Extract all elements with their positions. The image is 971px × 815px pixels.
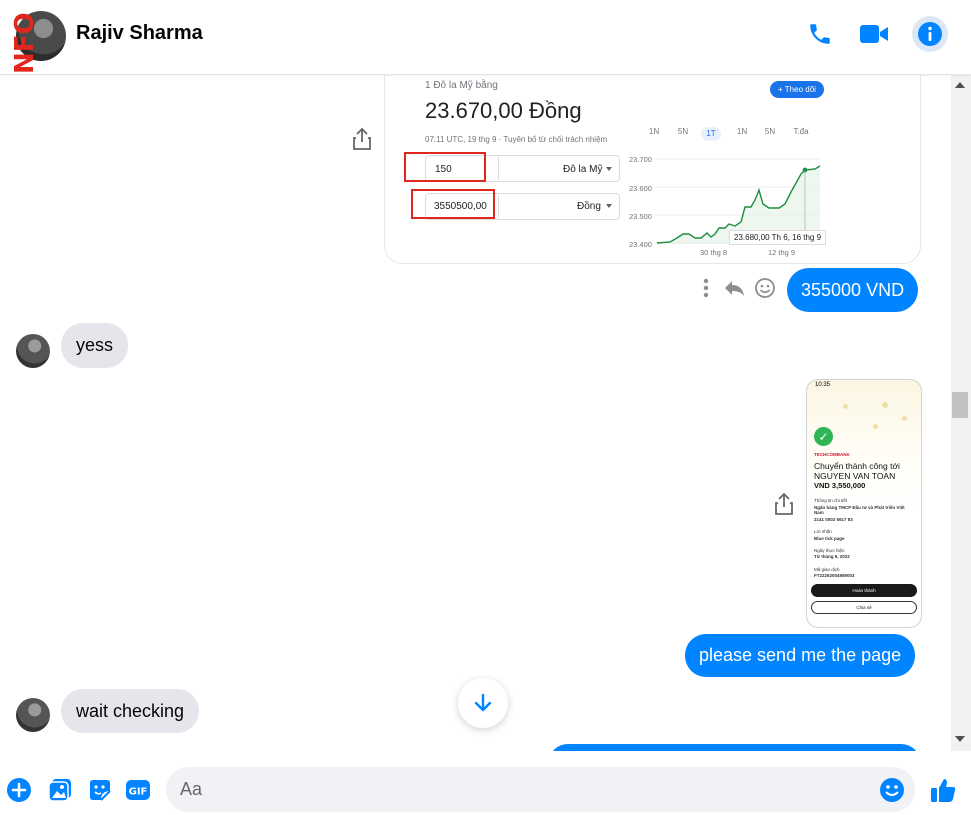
exchange-rate-screenshot[interactable]: 1 Đô la Mỹ bằng 23.670,00 Đồng 07:11 UTC…: [384, 60, 921, 264]
share-icon[interactable]: [774, 492, 794, 516]
svg-text:GIF: GIF: [129, 787, 148, 798]
date-label: 12 thg 9: [768, 248, 796, 257]
decoration: [873, 424, 878, 429]
scroll-to-bottom-button[interactable]: [458, 678, 508, 728]
phone-time: 10:35: [815, 382, 831, 388]
success-check-icon: ✓: [814, 427, 833, 446]
exchange-caption: 1 Đô la Mỹ bằng: [425, 80, 498, 91]
range-tab: 5N: [764, 127, 776, 136]
receipt-line: Lời nhắn: [814, 529, 832, 534]
receipt-line: FT22262004989003: [814, 573, 855, 578]
follow-button: + Theo dõi: [770, 81, 824, 98]
axis-label: 23.400: [629, 240, 652, 249]
exchange-rate-value: 23.670,00 Đồng: [425, 98, 582, 123]
message-incoming[interactable]: yess: [61, 323, 129, 368]
receipt-done-button: Hoàn thành: [811, 584, 917, 597]
conversation-header: NFO Rajiv Sharma: [0, 0, 971, 75]
receipt-line: Blue tick page: [814, 536, 845, 541]
receipt-line: Ngân hàng TMCP Đầu tư và Phát triển Việt…: [814, 505, 905, 515]
range-tab: T.đa: [793, 127, 809, 136]
divider: [498, 157, 499, 180]
axis-label: 23.500: [629, 212, 652, 221]
range-tab: 5N: [677, 127, 689, 136]
video-call-icon[interactable]: [857, 17, 891, 51]
axis-label: 23.600: [629, 184, 652, 193]
receipt-amount: VND 3,550,000: [814, 481, 866, 490]
divider: [498, 195, 499, 218]
receipt-line: Mã giao dịch: [814, 567, 840, 572]
message-outgoing[interactable]: 355000 VND: [787, 268, 919, 312]
avatar-stamp: NFO: [10, 12, 40, 74]
scroll-up-arrow-icon[interactable]: [955, 82, 965, 88]
receipt-line: Thông tin chi tiết: [814, 498, 848, 503]
scroll-down-arrow-icon[interactable]: [955, 736, 965, 742]
receipt-line: Từ tháng 9, 2022: [814, 554, 850, 559]
receipt-line: 2141 0002 6617 83: [814, 517, 853, 522]
range-tab: 1N: [736, 127, 748, 136]
bank-logo: TECHCOMBANK: [814, 452, 850, 457]
react-emoji-icon[interactable]: [754, 277, 776, 299]
contact-name[interactable]: Rajiv Sharma: [76, 22, 203, 45]
reply-icon[interactable]: [723, 277, 745, 299]
info-icon[interactable]: [912, 16, 948, 52]
range-tab-active: 1T: [701, 127, 721, 141]
arrow-down-icon: [474, 693, 492, 712]
sticker-icon[interactable]: [87, 777, 113, 803]
message-input[interactable]: [180, 767, 860, 812]
emoji-icon[interactable]: [879, 777, 905, 803]
highlight-box: [411, 189, 495, 219]
decoration: [902, 416, 907, 421]
like-icon[interactable]: [928, 775, 958, 805]
decoration: [882, 402, 888, 408]
messenger-window: NFO Rajiv Sharma 1 Đô la Mỹ bằng 23.670,…: [0, 0, 971, 815]
message-incoming[interactable]: wait checking: [61, 689, 200, 733]
transfer-receipt-screenshot[interactable]: 10:35 ✓ TECHCOMBANK Chuyển thành công tớ…: [806, 379, 922, 628]
phone-icon[interactable]: [803, 17, 837, 51]
message-outgoing[interactable]: please send me the page: [685, 634, 916, 677]
date-label: 30 thg 8: [700, 248, 728, 257]
chart-tooltip: 23.680,00 Th 6, 16 thg 9: [729, 230, 827, 245]
axis-label: 23.700: [629, 155, 652, 164]
more-options-icon[interactable]: [695, 277, 717, 299]
receipt-title: Chuyển thành công tới NGUYEN VAN TOAN: [814, 461, 900, 481]
gif-icon[interactable]: GIF: [125, 777, 151, 803]
contact-avatar-small[interactable]: [16, 698, 50, 732]
output-currency: Đồng: [577, 201, 601, 212]
range-tab: 1N: [648, 127, 660, 136]
input-currency: Đô la Mỹ: [563, 164, 603, 175]
receipt-line: Ngày thực hiện: [814, 548, 845, 553]
share-icon[interactable]: [352, 127, 372, 151]
plus-icon[interactable]: [6, 777, 32, 803]
receipt-share-button: Chia sẻ: [811, 601, 917, 614]
contact-avatar-small[interactable]: [16, 334, 50, 368]
decoration: [843, 404, 848, 409]
photo-icon[interactable]: [47, 777, 73, 803]
scrollbar-thumb[interactable]: [952, 392, 968, 418]
dropdown-caret-icon: [606, 204, 612, 208]
exchange-timestamp: 07:11 UTC, 19 thg 9 · Tuyên bố từ chối t…: [425, 135, 608, 144]
highlight-box: [404, 152, 486, 182]
dropdown-caret-icon: [606, 167, 612, 171]
message-input-wrapper: [166, 767, 915, 812]
